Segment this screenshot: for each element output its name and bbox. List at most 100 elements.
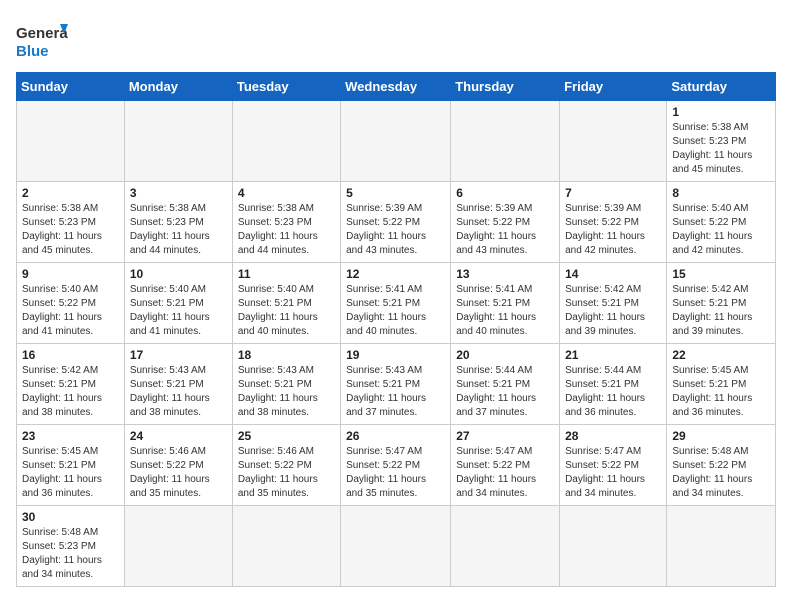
day-info: Sunrise: 5:43 AM Sunset: 5:21 PM Dayligh… [346, 364, 445, 420]
day-info: Sunrise: 5:47 AM Sunset: 5:22 PM Dayligh… [565, 445, 661, 501]
day-number: 10 [130, 267, 227, 281]
day-number: 19 [346, 348, 445, 362]
calendar-cell: 14Sunrise: 5:42 AM Sunset: 5:21 PM Dayli… [560, 263, 667, 344]
calendar-cell: 24Sunrise: 5:46 AM Sunset: 5:22 PM Dayli… [124, 425, 232, 506]
day-info: Sunrise: 5:44 AM Sunset: 5:21 PM Dayligh… [456, 364, 554, 420]
day-info: Sunrise: 5:38 AM Sunset: 5:23 PM Dayligh… [238, 202, 335, 258]
day-number: 22 [672, 348, 770, 362]
day-number: 21 [565, 348, 661, 362]
weekday-header-sunday: Sunday [17, 73, 125, 101]
calendar-cell [232, 506, 340, 587]
calendar-cell: 21 Sunrise: 5:44 AM Sunset: 5:21 PM Dayli… [560, 344, 667, 425]
day-info: Sunrise: 5:45 AM Sunset: 5:21 PM Dayligh… [22, 445, 119, 501]
day-number: 13 [456, 267, 554, 281]
day-info: Sunrise: 5:38 AM Sunset: 5:23 PM Dayligh… [672, 121, 770, 177]
calendar-cell: 29Sunrise: 5:48 AM Sunset: 5:22 PM Dayli… [667, 425, 776, 506]
day-info: Sunrise: 5:43 AM Sunset: 5:21 PM Dayligh… [130, 364, 227, 420]
day-info: Sunrise: 5:39 AM Sunset: 5:22 PM Dayligh… [346, 202, 445, 258]
calendar-cell: 25 Sunrise: 5:46 AM Sunset: 5:22 PM Dayli… [232, 425, 340, 506]
calendar-cell: 16 Sunrise: 5:42 AM Sunset: 5:21 PM Dayli… [17, 344, 125, 425]
day-info: Sunrise: 5:43 AM Sunset: 5:21 PM Dayligh… [238, 364, 335, 420]
calendar-table: SundayMondayTuesdayWednesdayThursdayFrid… [16, 72, 776, 587]
calendar-cell [341, 101, 451, 182]
calendar-cell: 11 Sunrise: 5:40 AM Sunset: 5:21 PM Dayli… [232, 263, 340, 344]
calendar-cell: 15 Sunrise: 5:42 AM Sunset: 5:21 PM Dayli… [667, 263, 776, 344]
weekday-header-saturday: Saturday [667, 73, 776, 101]
day-info: Sunrise: 5:41 AM Sunset: 5:21 PM Dayligh… [346, 283, 445, 339]
day-number: 9 [22, 267, 119, 281]
calendar-cell: 20 Sunrise: 5:44 AM Sunset: 5:21 PM Dayli… [451, 344, 560, 425]
day-number: 26 [346, 429, 445, 443]
day-number: 25 [238, 429, 335, 443]
day-number: 14 [565, 267, 661, 281]
calendar-cell: 1Sunrise: 5:38 AM Sunset: 5:23 PM Daylig… [667, 101, 776, 182]
calendar-cell: 17 Sunrise: 5:43 AM Sunset: 5:21 PM Dayli… [124, 344, 232, 425]
day-info: Sunrise: 5:40 AM Sunset: 5:21 PM Dayligh… [130, 283, 227, 339]
day-info: Sunrise: 5:41 AM Sunset: 5:21 PM Dayligh… [456, 283, 554, 339]
calendar-cell [232, 101, 340, 182]
day-number: 16 [22, 348, 119, 362]
weekday-header-tuesday: Tuesday [232, 73, 340, 101]
calendar-cell [451, 101, 560, 182]
day-info: Sunrise: 5:42 AM Sunset: 5:21 PM Dayligh… [672, 283, 770, 339]
day-number: 3 [130, 186, 227, 200]
day-number: 27 [456, 429, 554, 443]
day-number: 15 [672, 267, 770, 281]
day-info: Sunrise: 5:46 AM Sunset: 5:22 PM Dayligh… [130, 445, 227, 501]
day-info: Sunrise: 5:42 AM Sunset: 5:21 PM Dayligh… [22, 364, 119, 420]
day-info: Sunrise: 5:39 AM Sunset: 5:22 PM Dayligh… [456, 202, 554, 258]
calendar-cell: 9 Sunrise: 5:40 AM Sunset: 5:22 PM Daylig… [17, 263, 125, 344]
day-number: 4 [238, 186, 335, 200]
calendar-cell: 19 Sunrise: 5:43 AM Sunset: 5:21 PM Dayli… [341, 344, 451, 425]
day-number: 12 [346, 267, 445, 281]
calendar-cell: 10 Sunrise: 5:40 AM Sunset: 5:21 PM Dayli… [124, 263, 232, 344]
calendar-cell [341, 506, 451, 587]
day-number: 8 [672, 186, 770, 200]
calendar-cell [124, 101, 232, 182]
day-number: 20 [456, 348, 554, 362]
calendar-cell [560, 506, 667, 587]
calendar-cell: 8 Sunrise: 5:40 AM Sunset: 5:22 PM Daylig… [667, 182, 776, 263]
logo: General Blue [16, 20, 68, 64]
day-number: 17 [130, 348, 227, 362]
calendar-cell: 2Sunrise: 5:38 AM Sunset: 5:23 PM Daylig… [17, 182, 125, 263]
calendar-cell [17, 101, 125, 182]
day-number: 23 [22, 429, 119, 443]
calendar-cell: 3Sunrise: 5:38 AM Sunset: 5:23 PM Daylig… [124, 182, 232, 263]
svg-text:Blue: Blue [16, 43, 49, 60]
day-info: Sunrise: 5:48 AM Sunset: 5:22 PM Dayligh… [672, 445, 770, 501]
day-number: 5 [346, 186, 445, 200]
calendar-cell: 22 Sunrise: 5:45 AM Sunset: 5:21 PM Dayli… [667, 344, 776, 425]
calendar-cell: 5 Sunrise: 5:39 AM Sunset: 5:22 PM Daylig… [341, 182, 451, 263]
day-number: 2 [22, 186, 119, 200]
day-info: Sunrise: 5:48 AM Sunset: 5:23 PM Dayligh… [22, 526, 119, 582]
calendar-cell [667, 506, 776, 587]
logo-svg: General Blue [16, 20, 68, 64]
weekday-header-thursday: Thursday [451, 73, 560, 101]
day-info: Sunrise: 5:46 AM Sunset: 5:22 PM Dayligh… [238, 445, 335, 501]
calendar-cell: 18Sunrise: 5:43 AM Sunset: 5:21 PM Dayli… [232, 344, 340, 425]
day-info: Sunrise: 5:40 AM Sunset: 5:21 PM Dayligh… [238, 283, 335, 339]
calendar-cell: 13 Sunrise: 5:41 AM Sunset: 5:21 PM Dayli… [451, 263, 560, 344]
calendar-cell: 12 Sunrise: 5:41 AM Sunset: 5:21 PM Dayli… [341, 263, 451, 344]
calendar-cell [124, 506, 232, 587]
calendar-cell: 26Sunrise: 5:47 AM Sunset: 5:22 PM Dayli… [341, 425, 451, 506]
weekday-header-monday: Monday [124, 73, 232, 101]
day-number: 6 [456, 186, 554, 200]
day-info: Sunrise: 5:44 AM Sunset: 5:21 PM Dayligh… [565, 364, 661, 420]
calendar-cell: 6 Sunrise: 5:39 AM Sunset: 5:22 PM Daylig… [451, 182, 560, 263]
calendar-cell: 28 Sunrise: 5:47 AM Sunset: 5:22 PM Dayli… [560, 425, 667, 506]
calendar-cell: 30Sunrise: 5:48 AM Sunset: 5:23 PM Dayli… [17, 506, 125, 587]
day-info: Sunrise: 5:47 AM Sunset: 5:22 PM Dayligh… [456, 445, 554, 501]
calendar-cell: 7Sunrise: 5:39 AM Sunset: 5:22 PM Daylig… [560, 182, 667, 263]
calendar-cell: 23 Sunrise: 5:45 AM Sunset: 5:21 PM Dayli… [17, 425, 125, 506]
day-info: Sunrise: 5:40 AM Sunset: 5:22 PM Dayligh… [672, 202, 770, 258]
calendar-cell [560, 101, 667, 182]
weekday-header-wednesday: Wednesday [341, 73, 451, 101]
day-info: Sunrise: 5:45 AM Sunset: 5:21 PM Dayligh… [672, 364, 770, 420]
calendar-cell [451, 506, 560, 587]
day-info: Sunrise: 5:40 AM Sunset: 5:22 PM Dayligh… [22, 283, 119, 339]
day-number: 28 [565, 429, 661, 443]
day-number: 7 [565, 186, 661, 200]
day-number: 11 [238, 267, 335, 281]
